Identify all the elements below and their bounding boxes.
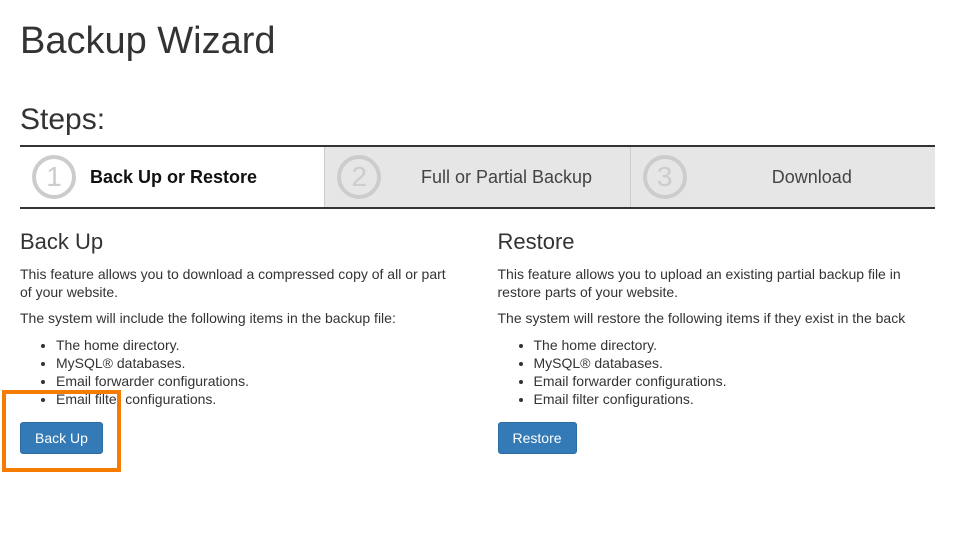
wizard-steps: 1 Back Up or Restore 2 Full or Partial B…: [20, 145, 935, 209]
step-3[interactable]: 3 Download: [631, 147, 935, 207]
list-item: MySQL® databases.: [534, 354, 936, 372]
step-1[interactable]: 1 Back Up or Restore: [20, 147, 325, 207]
list-item: Email forwarder configurations.: [56, 372, 458, 390]
backup-button[interactable]: Back Up: [20, 422, 103, 454]
list-item: The home directory.: [534, 336, 936, 354]
list-item: Email filter configurations.: [534, 390, 936, 408]
step-2[interactable]: 2 Full or Partial Backup: [325, 147, 630, 207]
step-number-icon: 2: [337, 155, 381, 199]
list-item: MySQL® databases.: [56, 354, 458, 372]
steps-heading: Steps:: [20, 103, 935, 137]
step-label: Download: [701, 167, 923, 188]
backup-column: Back Up This feature allows you to downl…: [20, 229, 458, 454]
backup-heading: Back Up: [20, 229, 458, 255]
step-number-icon: 1: [32, 155, 76, 199]
restore-description: This feature allows you to upload an exi…: [498, 265, 936, 301]
restore-column: Restore This feature allows you to uploa…: [498, 229, 936, 454]
restore-intro: The system will restore the following it…: [498, 309, 936, 327]
backup-intro: The system will include the following it…: [20, 309, 458, 327]
list-item: Email filter configurations.: [56, 390, 458, 408]
step-number-icon: 3: [643, 155, 687, 199]
content-area: Back Up This feature allows you to downl…: [20, 229, 935, 454]
restore-items-list: The home directory. MySQL® databases. Em…: [534, 336, 936, 409]
list-item: The home directory.: [56, 336, 458, 354]
backup-items-list: The home directory. MySQL® databases. Em…: [56, 336, 458, 409]
page-title: Backup Wizard: [20, 20, 935, 63]
restore-heading: Restore: [498, 229, 936, 255]
backup-description: This feature allows you to download a co…: [20, 265, 458, 301]
restore-button[interactable]: Restore: [498, 422, 577, 454]
step-label: Full or Partial Backup: [395, 167, 617, 188]
step-label: Back Up or Restore: [90, 167, 312, 188]
list-item: Email forwarder configurations.: [534, 372, 936, 390]
